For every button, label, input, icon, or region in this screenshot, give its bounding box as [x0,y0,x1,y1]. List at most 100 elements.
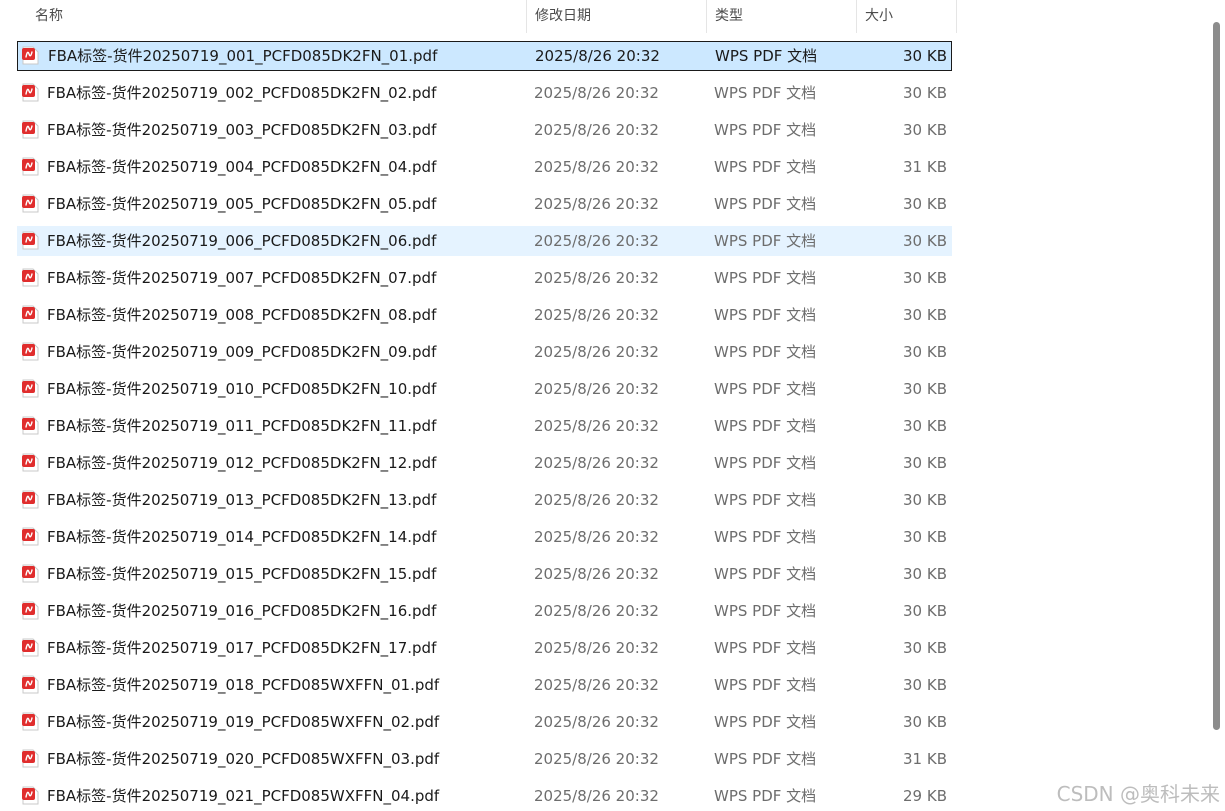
file-modified-date: 2025/8/26 20:32 [534,602,659,620]
file-name: FBA标签-货件20250719_014_PCFD085DK2FN_14.pdf [47,528,437,546]
pdf-file-icon [22,490,39,509]
file-row[interactable]: FBA标签-货件20250719_009_PCFD085DK2FN_09.pdf… [17,337,952,367]
file-row[interactable]: FBA标签-货件20250719_008_PCFD085DK2FN_08.pdf… [17,300,952,330]
file-modified-date: 2025/8/26 20:32 [534,158,659,176]
file-modified-date: 2025/8/26 20:32 [534,639,659,657]
file-type: WPS PDF 文档 [714,491,817,509]
file-row[interactable]: FBA标签-货件20250719_017_PCFD085DK2FN_17.pdf… [17,633,952,663]
file-name: FBA标签-货件20250719_013_PCFD085DK2FN_13.pdf [47,491,437,509]
file-modified-date: 2025/8/26 20:32 [534,84,659,102]
file-size: 30 KB [903,232,947,250]
file-size: 30 KB [903,417,947,435]
file-modified-date: 2025/8/26 20:32 [534,787,659,805]
file-type: WPS PDF 文档 [714,84,817,102]
file-row[interactable]: FBA标签-货件20250719_003_PCFD085DK2FN_03.pdf… [17,115,952,145]
file-name: FBA标签-货件20250719_011_PCFD085DK2FN_11.pdf [47,417,437,435]
file-name: FBA标签-货件20250719_017_PCFD085DK2FN_17.pdf [47,639,437,657]
file-name: FBA标签-货件20250719_007_PCFD085DK2FN_07.pdf [47,269,437,287]
column-header-size-label: 大小 [865,8,893,24]
column-header-type[interactable]: 类型 [707,0,857,33]
file-row[interactable]: FBA标签-货件20250719_001_PCFD085DK2FN_01.pdf… [17,41,952,71]
file-modified-date: 2025/8/26 20:32 [534,491,659,509]
file-row[interactable]: FBA标签-货件20250719_007_PCFD085DK2FN_07.pdf… [17,263,952,293]
file-size: 31 KB [903,750,947,768]
file-row[interactable]: FBA标签-货件20250719_011_PCFD085DK2FN_11.pdf… [17,411,952,441]
pdf-file-icon [22,379,39,398]
file-type: WPS PDF 文档 [714,676,817,694]
pdf-file-icon [22,527,39,546]
file-row[interactable]: FBA标签-货件20250719_010_PCFD085DK2FN_10.pdf… [17,374,952,404]
file-modified-date: 2025/8/26 20:32 [534,528,659,546]
file-size: 30 KB [903,454,947,472]
pdf-file-icon [22,342,39,361]
file-size: 30 KB [903,528,947,546]
file-row[interactable]: FBA标签-货件20250719_014_PCFD085DK2FN_14.pdf… [17,522,952,552]
file-type: WPS PDF 文档 [714,195,817,213]
file-type: WPS PDF 文档 [714,713,817,731]
watermark: CSDN @奥科未来 [1056,782,1220,806]
pdf-file-icon [22,712,39,731]
file-row[interactable]: FBA标签-货件20250719_018_PCFD085WXFFN_01.pdf… [17,670,952,700]
file-row[interactable]: FBA标签-货件20250719_016_PCFD085DK2FN_16.pdf… [17,596,952,626]
column-header-size[interactable]: 大小 [857,0,957,33]
file-type: WPS PDF 文档 [714,380,817,398]
file-modified-date: 2025/8/26 20:32 [534,565,659,583]
file-size: 30 KB [903,491,947,509]
file-modified-date: 2025/8/26 20:32 [534,750,659,768]
file-row[interactable]: FBA标签-货件20250719_005_PCFD085DK2FN_05.pdf… [17,189,952,219]
file-name: FBA标签-货件20250719_021_PCFD085WXFFN_04.pdf [47,787,440,805]
file-type: WPS PDF 文档 [714,306,817,324]
file-type: WPS PDF 文档 [714,121,817,139]
column-header-name-label: 名称 [35,8,63,24]
file-type: WPS PDF 文档 [714,343,817,361]
file-size: 30 KB [903,343,947,361]
file-name: FBA标签-货件20250719_004_PCFD085DK2FN_04.pdf [47,158,437,176]
column-header-date[interactable]: 修改日期 [527,0,707,33]
pdf-file-icon [22,675,39,694]
file-row[interactable]: FBA标签-货件20250719_002_PCFD085DK2FN_02.pdf… [17,78,952,108]
pdf-file-icon [22,564,39,583]
file-row[interactable]: FBA标签-货件20250719_012_PCFD085DK2FN_12.pdf… [17,448,952,478]
file-type: WPS PDF 文档 [714,639,817,657]
column-header-date-label: 修改日期 [535,8,591,24]
vertical-scrollbar-thumb[interactable] [1213,22,1220,730]
pdf-file-icon [22,786,39,805]
file-size: 30 KB [903,380,947,398]
pdf-file-icon [22,268,39,287]
pdf-file-icon [22,120,39,139]
file-size: 31 KB [903,158,947,176]
file-name: FBA标签-货件20250719_015_PCFD085DK2FN_15.pdf [47,565,437,583]
pdf-file-icon [22,305,39,324]
file-type: WPS PDF 文档 [715,47,818,65]
file-size: 30 KB [903,676,947,694]
pdf-file-icon [22,231,39,250]
file-modified-date: 2025/8/26 20:32 [534,713,659,731]
pdf-file-icon [22,46,39,65]
file-size: 30 KB [903,269,947,287]
file-name: FBA标签-货件20250719_003_PCFD085DK2FN_03.pdf [47,121,437,139]
file-name: FBA标签-货件20250719_016_PCFD085DK2FN_16.pdf [47,602,437,620]
file-row[interactable]: FBA标签-货件20250719_020_PCFD085WXFFN_03.pdf… [17,744,952,774]
column-header-type-label: 类型 [715,8,743,24]
file-row[interactable]: FBA标签-货件20250719_015_PCFD085DK2FN_15.pdf… [17,559,952,589]
file-row[interactable]: FBA标签-货件20250719_019_PCFD085WXFFN_02.pdf… [17,707,952,737]
file-type: WPS PDF 文档 [714,787,817,805]
pdf-file-icon [22,194,39,213]
file-size: 30 KB [903,565,947,583]
file-type: WPS PDF 文档 [714,158,817,176]
file-type: WPS PDF 文档 [714,565,817,583]
file-row[interactable]: FBA标签-货件20250719_004_PCFD085DK2FN_04.pdf… [17,152,952,182]
file-name: FBA标签-货件20250719_012_PCFD085DK2FN_12.pdf [47,454,437,472]
pdf-file-icon [22,453,39,472]
file-type: WPS PDF 文档 [714,454,817,472]
file-modified-date: 2025/8/26 20:32 [534,306,659,324]
file-size: 30 KB [903,195,947,213]
file-modified-date: 2025/8/26 20:32 [535,47,660,65]
file-modified-date: 2025/8/26 20:32 [534,454,659,472]
file-row[interactable]: FBA标签-货件20250719_021_PCFD085WXFFN_04.pdf… [17,781,952,811]
file-row[interactable]: FBA标签-货件20250719_013_PCFD085DK2FN_13.pdf… [17,485,952,515]
pdf-file-icon [22,416,39,435]
sort-ascending-icon: ^ [271,0,282,9]
file-row[interactable]: FBA标签-货件20250719_006_PCFD085DK2FN_06.pdf… [17,226,952,256]
file-type: WPS PDF 文档 [714,750,817,768]
